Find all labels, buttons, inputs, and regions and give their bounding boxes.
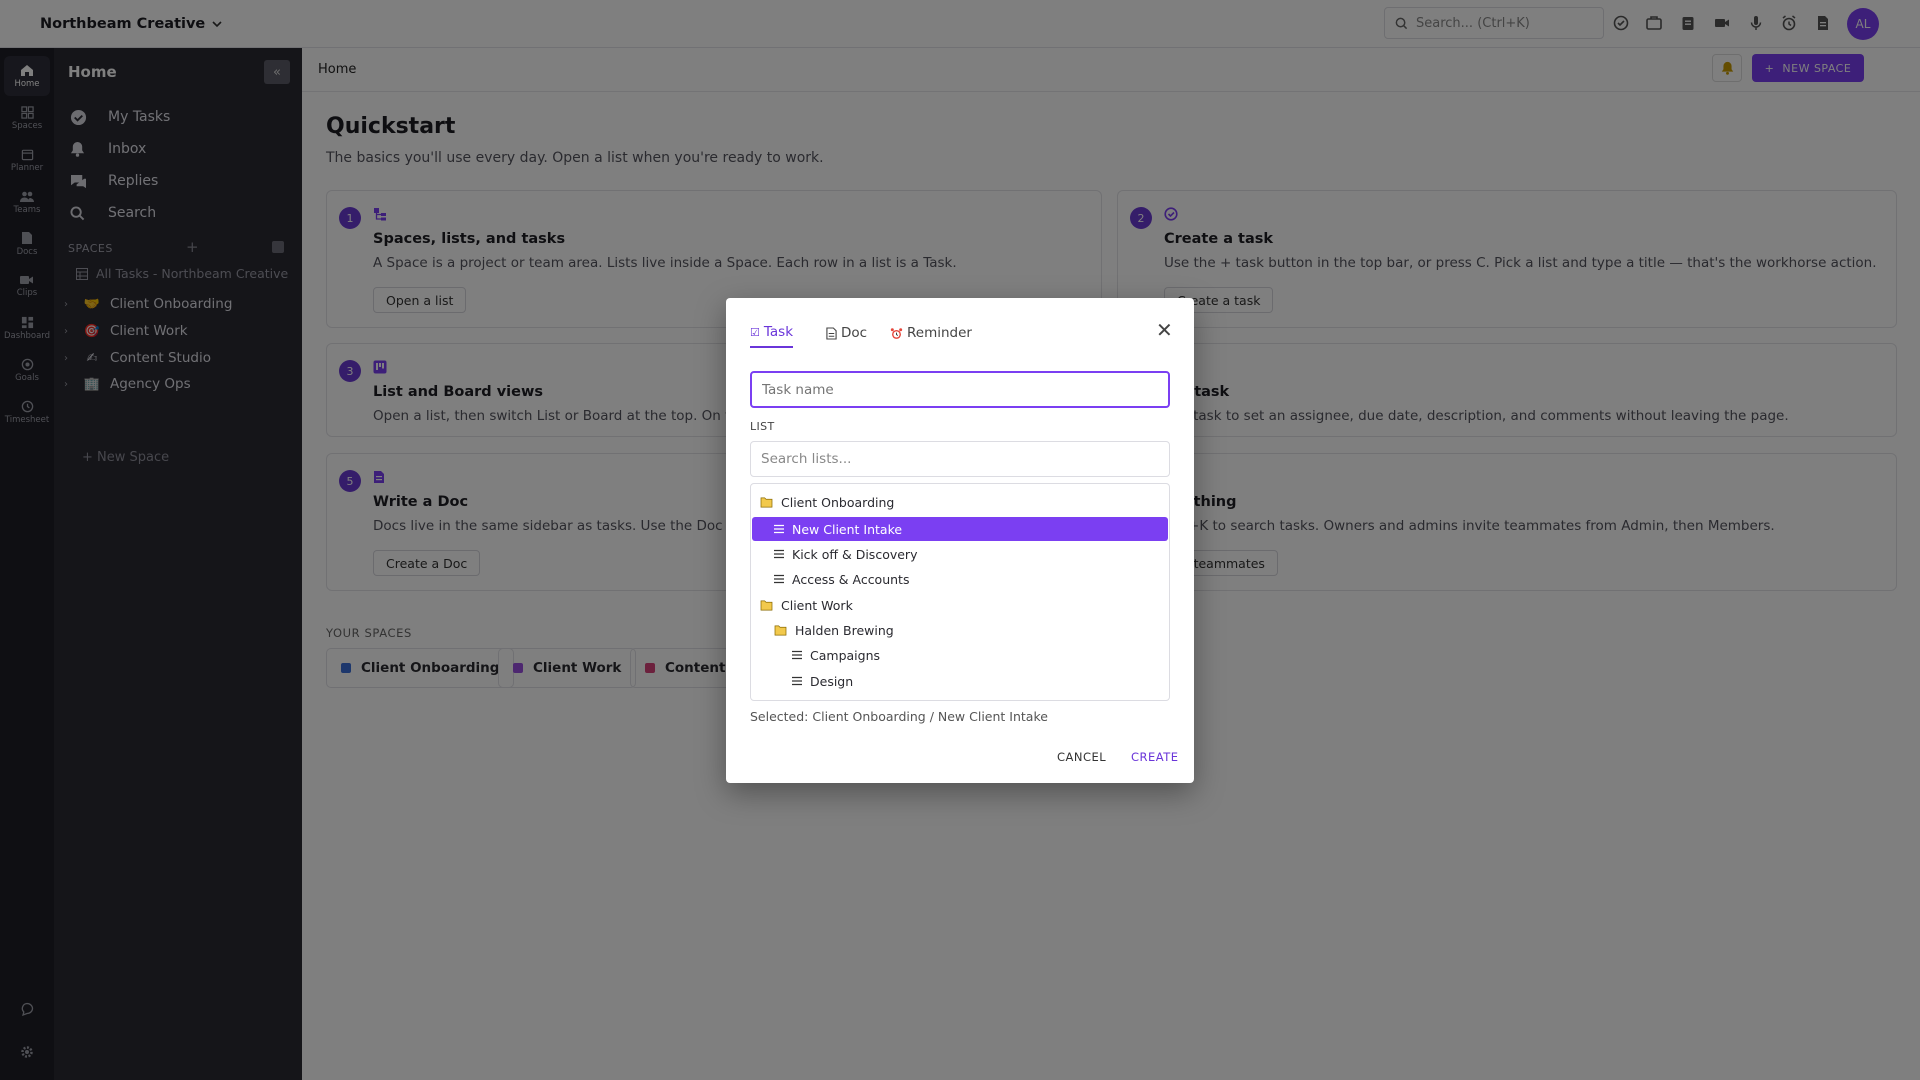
create-item-dialog: ☑ Task Doc Reminder ✕ LIST Search lists.… [726,298,1194,783]
tab-label: Doc [841,325,868,341]
list-icon [774,549,784,559]
tab-task[interactable]: ☑ Task [750,318,794,348]
tree-label: Campaigns [810,647,881,663]
tree-label: Access & Accounts [792,571,910,587]
tree-label: New Client Intake [792,521,903,537]
folder-icon [760,600,773,611]
tree-label: Kick off & Discovery [792,546,918,562]
task-name-input[interactable] [750,371,1170,408]
tree-label: Design [810,673,854,689]
tree-folder-client-work[interactable]: Client Work [752,593,1168,617]
tree-label: Client Onboarding [781,494,895,510]
alarm-clock-icon [890,327,903,339]
tree-list-new-client-intake[interactable]: New Client Intake [752,517,1168,541]
close-icon[interactable]: ✕ [1156,318,1173,342]
tree-folder-halden-brewing[interactable]: Halden Brewing [752,618,1168,642]
tab-label: Reminder [907,325,972,341]
tree-label: Client Work [781,597,853,613]
list-search-input[interactable]: Search lists... [750,441,1170,477]
tree-list-design[interactable]: Design [752,669,1168,693]
list-icon [774,574,784,584]
tree-list-campaigns[interactable]: Campaigns [752,643,1168,667]
list-field-label: LIST [750,420,775,433]
doc-icon [826,326,837,340]
list-search-placeholder: Search lists... [761,451,852,467]
list-icon [792,650,802,660]
tree-folder-client-onboarding[interactable]: Client Onboarding [752,490,1168,514]
checkbox-icon: ☑ [750,325,760,339]
folder-icon [760,497,773,508]
tree-list-kick-off-discovery[interactable]: Kick off & Discovery [752,542,1168,566]
tab-label: Task [763,324,794,340]
list-picker-tree: Client Onboarding New Client Intake Kick… [750,483,1170,701]
cancel-button[interactable]: CANCEL [1057,750,1106,764]
create-button[interactable]: CREATE [1131,750,1179,764]
selected-list-text: Selected: Client Onboarding / New Client… [750,709,1048,724]
tab-doc[interactable]: Doc [826,318,867,348]
tab-reminder[interactable]: Reminder [890,318,972,348]
tree-list-access-accounts[interactable]: Access & Accounts [752,567,1168,591]
folder-icon [774,625,787,636]
list-icon [792,676,802,686]
tree-label: Halden Brewing [795,622,894,638]
list-icon [774,524,784,534]
